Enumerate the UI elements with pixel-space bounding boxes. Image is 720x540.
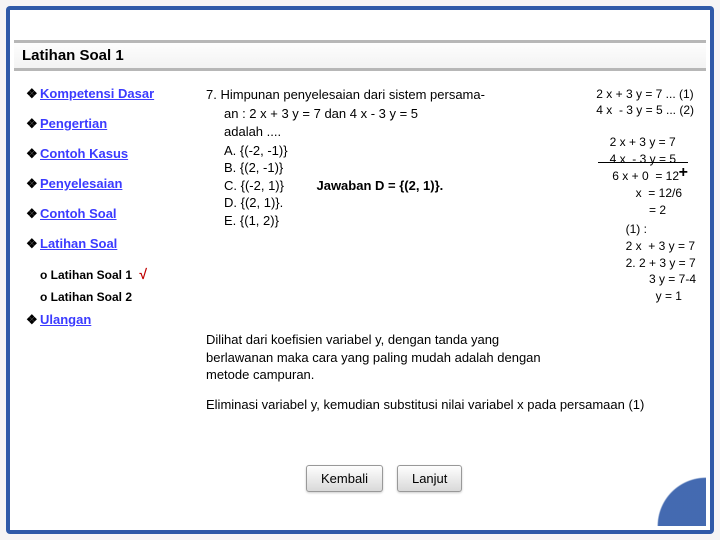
nav-label: Pengertian	[40, 116, 107, 131]
diamond-icon: ❖	[26, 236, 40, 252]
question-line2: an : 2 x + 3 y = 7 dan 4 x - 3 y = 5	[224, 105, 700, 123]
subnav-label: Latihan Soal 2	[51, 290, 132, 304]
subnav-label: Latihan Soal 1	[51, 268, 132, 282]
back-button[interactable]: Kembali	[306, 465, 383, 492]
diamond-icon: ❖	[26, 176, 40, 192]
subnav-latihan-2[interactable]: o Latihan Soal 2	[40, 290, 176, 304]
diamond-icon: ❖	[26, 86, 40, 102]
explanation-2: Eliminasi variabel y, kemudian substitus…	[206, 396, 700, 414]
nav-label: Contoh Soal	[40, 206, 117, 221]
diamond-icon: ❖	[26, 312, 40, 328]
nav-latihan-soal[interactable]: ❖Latihan Soal	[26, 236, 176, 252]
nav-contoh-soal[interactable]: ❖Contoh Soal	[26, 206, 176, 222]
question-number: 7.	[206, 87, 217, 102]
nav-penyelesaian[interactable]: ❖Penyelesaian	[26, 176, 176, 192]
diamond-icon: ❖	[26, 116, 40, 132]
nav-label: Ulangan	[40, 312, 91, 327]
main-content: 7. Himpunan penyelesaian dari sistem per…	[206, 86, 700, 474]
page-title: Latihan Soal 1	[14, 40, 706, 68]
diamond-icon: ❖	[26, 146, 40, 162]
nav-label: Kompetensi Dasar	[40, 86, 154, 101]
question-line3: adalah ....	[224, 123, 700, 141]
option-c: C. {(-2, 1)}	[224, 178, 284, 193]
slide-frame: Latihan Soal 1 ❖Kompetensi Dasar ❖Penger…	[6, 6, 714, 534]
option-d: D. {(2, 1)}.	[224, 194, 700, 212]
option-a: A. {(-2, -1)}	[224, 142, 700, 160]
next-button[interactable]: Lanjut	[397, 465, 462, 492]
answer-text: Jawaban D = {(2, 1)}.	[316, 178, 443, 193]
nav-kompetensi-dasar[interactable]: ❖Kompetensi Dasar	[26, 86, 176, 102]
nav-ulangan[interactable]: ❖Ulangan	[26, 312, 176, 328]
explanation-1: Dilihat dari koefisien variabel y, denga…	[206, 331, 566, 384]
title-rule	[14, 68, 706, 71]
nav-label: Penyelesaian	[40, 176, 122, 191]
check-icon: √	[139, 266, 147, 282]
nav-label: Latihan Soal	[40, 236, 117, 251]
diamond-icon: ❖	[26, 206, 40, 222]
nav-contoh-kasus[interactable]: ❖Contoh Kasus	[26, 146, 176, 162]
option-b: B. {(2, -1)}	[224, 159, 700, 177]
button-bar: Kembali Lanjut	[306, 465, 462, 492]
nav-label: Contoh Kasus	[40, 146, 128, 161]
nav-pengertian[interactable]: ❖Pengertian	[26, 116, 176, 132]
question-line1: Himpunan penyelesaian dari sistem persam…	[220, 87, 484, 102]
sidebar: ❖Kompetensi Dasar ❖Pengertian ❖Contoh Ka…	[26, 86, 176, 342]
option-e: E. {(1, 2)}	[224, 212, 700, 230]
subnav-latihan-1[interactable]: o Latihan Soal 1 √	[40, 266, 176, 282]
